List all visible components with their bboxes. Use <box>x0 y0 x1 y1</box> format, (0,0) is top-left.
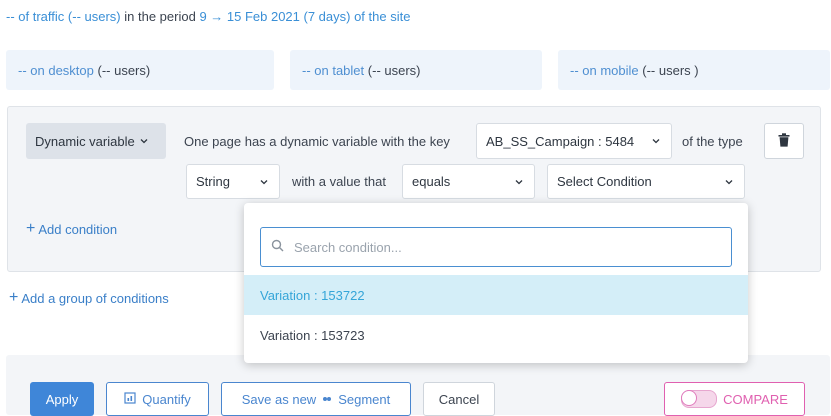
device-tablet-card: -- on tablet (-- users) <box>290 50 542 90</box>
device-desktop-card: -- on desktop (-- users) <box>6 50 274 90</box>
dropdown-option[interactable]: Variation : 153723 <box>244 315 748 355</box>
chevron-down-icon <box>514 177 524 187</box>
traffic-summary: -- of traffic (-- users) in the period 9… <box>6 9 410 24</box>
key-select-value: AB_SS_Campaign : 5484 <box>486 133 635 149</box>
save-segment-button[interactable]: Save as new Segment <box>221 382 411 416</box>
add-group-link[interactable]: + Add a group of conditions <box>9 290 169 306</box>
compare-toggle-switch[interactable] <box>681 390 718 408</box>
add-condition-label: Add condition <box>38 221 118 237</box>
dropdown-option[interactable]: Variation : 153722 <box>244 275 748 315</box>
chevron-down-icon <box>724 177 734 187</box>
device-desktop-users: (-- users) <box>97 63 151 78</box>
save-segment-label: Save as new <box>241 391 317 407</box>
plus-icon: + <box>9 289 19 306</box>
segment-label: Segment <box>338 391 391 407</box>
compare-label: COMPARE <box>723 391 788 407</box>
delete-condition-button[interactable] <box>764 123 804 159</box>
plus-icon: + <box>26 220 36 237</box>
segment-icon <box>322 392 332 407</box>
chevron-down-icon <box>259 177 269 187</box>
traffic-count: -- of traffic <box>6 9 65 24</box>
type-select[interactable]: String <box>186 164 280 199</box>
quantify-label: Quantify <box>142 391 191 407</box>
quantify-button[interactable]: Quantify <box>106 382 209 416</box>
type-select-value: String <box>196 174 230 189</box>
quantify-icon <box>124 391 136 407</box>
device-tablet-users: (-- users) <box>367 63 421 78</box>
trash-icon <box>778 132 790 150</box>
dropdown-option-label: Variation : 153722 <box>260 287 365 303</box>
device-mobile-card: -- on mobile (-- users ) <box>558 50 830 90</box>
dropdown-option-label: Variation : 153723 <box>260 327 365 343</box>
add-condition-link[interactable]: + Add condition <box>26 221 117 237</box>
period-label: in the period <box>124 9 196 24</box>
traffic-users: (-- users) <box>67 9 121 24</box>
period-value: 9 → 15 Feb 2021 (7 days) of the site <box>199 9 411 24</box>
search-condition-input[interactable] <box>292 238 716 256</box>
condition-sentence-1: One page has a dynamic variable with the… <box>184 134 450 149</box>
device-tablet-name: -- on tablet <box>302 63 365 78</box>
value-select-value: Select Condition <box>557 174 652 189</box>
chevron-down-icon <box>651 136 661 146</box>
cancel-label: Cancel <box>438 391 480 407</box>
apply-button[interactable]: Apply <box>30 382 94 416</box>
condition-type-button[interactable]: Dynamic variable <box>26 123 166 159</box>
add-group-label: Add a group of conditions <box>21 290 169 306</box>
compare-toggle-button[interactable]: COMPARE <box>664 382 805 416</box>
condition-type-label: Dynamic variable <box>35 133 135 149</box>
device-desktop-name: -- on desktop <box>18 63 94 78</box>
cancel-button[interactable]: Cancel <box>423 382 495 416</box>
device-mobile-name: -- on mobile <box>570 63 639 78</box>
key-select[interactable]: AB_SS_Campaign : 5484 <box>476 123 672 159</box>
value-select[interactable]: Select Condition <box>547 164 745 199</box>
search-condition-field[interactable] <box>260 227 732 267</box>
search-icon <box>271 239 284 255</box>
condition-sentence-3: with a value that <box>292 174 386 189</box>
condition-sentence-2: of the type <box>682 134 743 149</box>
apply-label: Apply <box>45 391 79 407</box>
operator-select-value: equals <box>412 174 451 189</box>
chevron-down-icon <box>139 136 149 146</box>
operator-select[interactable]: equals <box>402 164 535 199</box>
device-mobile-users: (-- users ) <box>642 63 699 78</box>
